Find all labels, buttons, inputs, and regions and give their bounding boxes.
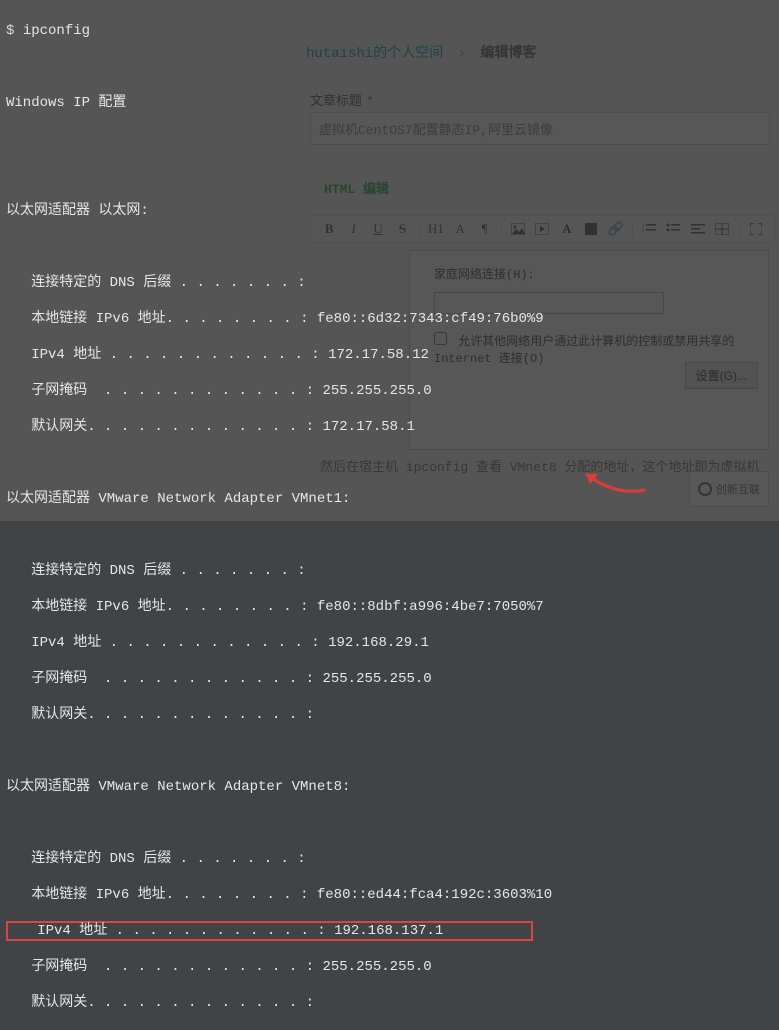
editor-toolbar: B I U S H1 A ¶ A 🔗 12 — [310, 215, 775, 243]
share-checkbox[interactable] — [434, 332, 447, 345]
font-color-icon[interactable]: A — [557, 218, 577, 240]
underline-button[interactable]: U — [368, 218, 388, 240]
title-input[interactable]: 虚拟机CentOS7配置静态IP,阿里云镜像 — [310, 112, 770, 145]
home-network-input[interactable] — [434, 292, 664, 314]
image-button[interactable] — [508, 218, 528, 240]
settings-button[interactable]: 设置(G)... — [685, 362, 758, 389]
title-label: 文章标题* — [310, 90, 374, 109]
italic-button[interactable]: I — [343, 218, 363, 240]
brand-logo: 创新互联 — [689, 471, 769, 507]
breadcrumb-user[interactable]: hutaishi — [306, 46, 373, 62]
strike-button[interactable]: S — [392, 218, 412, 240]
paragraph-button[interactable]: ¶ — [474, 218, 494, 240]
svg-text:2: 2 — [642, 229, 645, 234]
breadcrumb-sep-icon: › — [458, 46, 466, 62]
editor-label: HTML 编辑 — [324, 178, 389, 197]
network-panel: 家庭网络连接(H): 允许其他网络用户通过此计算机的控制或禁用共享的 Inter… — [409, 250, 769, 450]
blog-editor-page: hutaishi的个人空间 › 编辑博客 文章标题* 虚拟机CentOS7配置静… — [0, 0, 779, 521]
highlighted-ipv4-row: IPv4 地址 . . . . . . . . . . . . : 192.16… — [6, 921, 533, 941]
bold-button[interactable]: B — [319, 218, 339, 240]
table-button[interactable] — [712, 218, 732, 240]
fullscreen-button[interactable] — [745, 218, 765, 240]
ordered-list-button[interactable]: 12 — [639, 218, 659, 240]
font-color-button[interactable]: A — [450, 218, 470, 240]
video-button[interactable] — [532, 218, 552, 240]
breadcrumb-current: 编辑博客 — [480, 46, 536, 62]
breadcrumb: hutaishi的个人空间 › 编辑博客 — [306, 42, 536, 62]
breadcrumb-user-suffix: 的个人空间 — [373, 46, 443, 62]
adapter-header: 以太网适配器 VMware Network Adapter VMnet8: — [6, 778, 773, 796]
link-button[interactable]: 🔗 — [605, 218, 625, 240]
unordered-list-button[interactable] — [663, 218, 683, 240]
home-network-label: 家庭网络连接(H): — [434, 265, 758, 282]
align-left-button[interactable] — [688, 218, 708, 240]
bg-color-icon[interactable] — [581, 218, 601, 240]
h1-button[interactable]: H1 — [426, 218, 446, 240]
